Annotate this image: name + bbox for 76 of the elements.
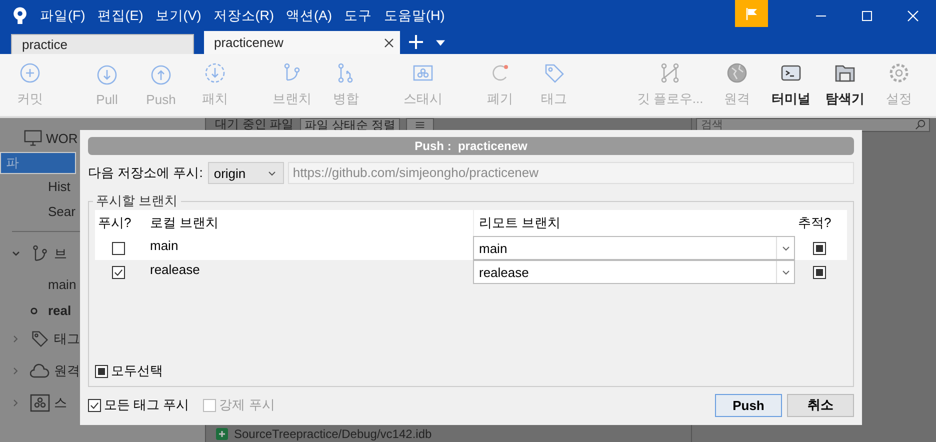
remote-branch-dropdown[interactable]: realease [473, 260, 795, 284]
repo-tab[interactable]: practice [11, 34, 194, 54]
repo-tab[interactable]: practicenew [204, 31, 400, 54]
table-cell-text: main [149, 237, 180, 253]
globe-icon [726, 62, 748, 84]
sidebar-item[interactable]: 브 [0, 238, 80, 270]
menu-item[interactable]: 저장소(R) [213, 6, 274, 24]
menu-item[interactable]: 도구 [344, 6, 372, 24]
plus-circle-icon [19, 62, 41, 84]
search-icon [915, 119, 926, 130]
sidebar-item[interactable]: Hist [0, 174, 80, 199]
sidebar-item[interactable]: real [0, 298, 80, 323]
chevron-down-icon [782, 270, 790, 274]
chevron-down-icon [782, 246, 790, 250]
close-icon[interactable] [384, 38, 394, 48]
current-branch-icon [30, 306, 38, 314]
menu-item[interactable]: 파일(F) [40, 6, 86, 24]
remote-label: 다음 저장소에 푸시: [88, 164, 203, 182]
group-label: 푸시할 브랜치 [95, 192, 179, 210]
added-file-icon [216, 428, 228, 440]
file-name[interactable]: SourceTreepractice/Debug/vc142.idb [234, 427, 432, 441]
panel-title: 대기 중인 파일 [215, 118, 294, 131]
menu-item[interactable]: 액션(A) [286, 6, 332, 24]
monitor-icon [24, 129, 42, 147]
column-header: 푸시? [97, 214, 132, 232]
cancel-button[interactable]: 취소 [787, 394, 854, 416]
flag-icon [744, 6, 758, 20]
checkbox-label: 모든 태그 푸시 [104, 396, 190, 414]
chevron-right-icon [12, 367, 20, 375]
checkbox[interactable] [112, 266, 125, 278]
chevron-down-icon [12, 250, 20, 258]
sidebar-item[interactable]: 파 [0, 152, 76, 174]
checkbox[interactable] [813, 242, 826, 254]
sidebar-item[interactable]: main [0, 270, 80, 298]
sidebar-item[interactable]: 태그 [0, 323, 80, 355]
remote-dropdown[interactable]: origin [208, 162, 284, 184]
remote-branch-dropdown[interactable]: main [473, 236, 795, 260]
close-icon [907, 10, 919, 22]
flow-icon [659, 62, 681, 84]
checkbox-label: 강제 푸시 [219, 396, 275, 414]
cloud-icon [30, 362, 50, 380]
sidebar-item[interactable]: 스 [0, 387, 80, 419]
url-field[interactable]: https://github.com/simjeongho/practicenew [288, 162, 854, 184]
maximize-icon [861, 10, 873, 22]
push-button[interactable]: Push [715, 394, 782, 416]
sidebar-item[interactable]: 원격 [0, 355, 80, 387]
toolbar-button[interactable]: 탐색기 [818, 54, 872, 116]
checkbox[interactable] [88, 398, 101, 412]
up-arrow-circle-icon [150, 64, 172, 86]
branch-icon [30, 245, 50, 263]
checkbox[interactable] [813, 266, 826, 278]
checkbox[interactable] [112, 242, 125, 254]
table-cell-text: realease [149, 261, 201, 277]
menu-item[interactable]: 보기(V) [155, 6, 202, 24]
dialog-title: Push : practicenew [88, 137, 854, 155]
tag-icon [543, 62, 565, 84]
toolbar-button[interactable]: 터미널 [764, 54, 818, 116]
menu-item[interactable]: 도움말(H) [384, 6, 445, 24]
menu-item[interactable]: 편집(E) [97, 6, 144, 24]
column-header: 추적? [797, 214, 832, 232]
new-tab-icon[interactable] [408, 34, 424, 50]
sidebar-item[interactable]: Sear [0, 199, 80, 224]
chevron-down-icon [268, 170, 276, 176]
down-arrow-circle-icon [96, 64, 118, 86]
checkbox-label: 모두선택 [111, 362, 163, 380]
chevron-right-icon [12, 399, 20, 407]
dropdown-icon[interactable] [436, 40, 445, 46]
app-logo-icon [12, 6, 28, 26]
dashed-down-arrow-circle-icon [204, 62, 226, 84]
column-header: 로컬 브랜치 [149, 214, 220, 232]
stash-icon [30, 394, 50, 412]
settings-icon [888, 62, 910, 84]
chevron-right-icon [12, 335, 20, 343]
checkbox[interactable] [95, 364, 108, 378]
tag-icon [30, 330, 50, 348]
sidebar-item[interactable]: WOR [0, 124, 80, 152]
